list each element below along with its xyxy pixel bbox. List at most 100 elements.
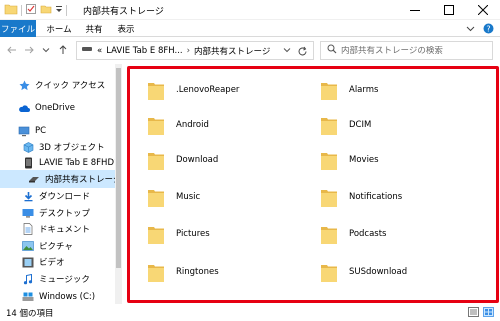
nav-label: LAVIE Tab E 8FHD1 (39, 158, 120, 168)
search-box[interactable] (320, 41, 493, 60)
nav-label: 3D オブジェクト (39, 143, 105, 153)
folder-item[interactable]: Music (127, 182, 287, 212)
arrow-up-icon (59, 45, 67, 54)
folder-icon (148, 83, 164, 100)
storage-icon (28, 173, 40, 185)
cloud-icon (18, 102, 30, 114)
large-icons-view-icon[interactable] (483, 307, 494, 320)
folder-item[interactable]: Movies (300, 145, 460, 175)
address-overflow[interactable]: « (97, 46, 102, 56)
address-row: « LAVIE Tab E 8FH... › 内部共有ストレージ (0, 37, 500, 63)
folder-name: Movies (349, 155, 379, 165)
drive-icon (22, 291, 34, 303)
folder-item[interactable]: SUSdownload (300, 257, 460, 287)
folder-item[interactable]: Ringtones (127, 257, 287, 287)
expand-ribbon-icon[interactable] (466, 24, 475, 36)
nav-item-internal-storage[interactable]: 内部共有ストレージ (0, 170, 122, 188)
nav-scrollbar-thumb[interactable] (116, 68, 121, 268)
folder-name: Android (176, 120, 209, 130)
arrow-left-icon (7, 46, 16, 54)
nav-label: デスクトップ (39, 209, 91, 219)
breadcrumb-current[interactable]: 内部共有ストレージ (194, 45, 270, 57)
status-bar: 14 個の項目 (0, 304, 500, 321)
tab-file[interactable]: ファイル (0, 20, 36, 37)
nav-item-music[interactable]: ミュージック (0, 270, 122, 288)
breadcrumb-device[interactable]: LAVIE Tab E 8FH... (106, 46, 182, 56)
arrow-right-icon (25, 46, 34, 54)
folder-item[interactable]: Notifications (300, 182, 460, 212)
nav-item-onedrive[interactable]: OneDrive (0, 99, 122, 117)
close-button[interactable] (466, 0, 500, 20)
nav-label: PC (35, 126, 47, 136)
music-icon (22, 273, 34, 285)
folder-item[interactable]: Podcasts (300, 219, 460, 249)
folder-name: Music (176, 192, 201, 202)
nav-scrollbar[interactable] (115, 64, 122, 304)
star-icon (18, 79, 30, 91)
chevron-down-icon (42, 48, 50, 53)
nav-label: ドキュメント (39, 225, 91, 235)
folder-item[interactable]: Pictures (127, 219, 287, 249)
desktop-icon (22, 207, 34, 219)
breadcrumb-separator[interactable]: › (187, 46, 190, 56)
cube-icon (22, 141, 34, 153)
help-icon[interactable]: ? (483, 23, 494, 37)
title-bar: 内部共有ストレージ (0, 0, 500, 20)
ribbon-tabs: ファイル ホーム 共有 表示 ? (0, 20, 500, 37)
folder-icon (4, 3, 18, 18)
folder-name: SUSdownload (349, 267, 408, 277)
svg-text:?: ? (486, 24, 490, 33)
folder-name: Alarms (349, 85, 379, 95)
folder-icon (148, 118, 164, 135)
window-controls (398, 0, 500, 20)
nav-label: ピクチャ (39, 242, 73, 252)
folder-item[interactable]: Alarms (300, 75, 460, 105)
folder-name: Pictures (176, 229, 210, 239)
folder-icon (148, 227, 164, 244)
folder-icon (321, 227, 337, 244)
nav-item-videos[interactable]: ビデオ (0, 253, 122, 271)
forward-button[interactable] (23, 43, 35, 57)
back-button[interactable] (6, 43, 18, 57)
download-icon (22, 190, 34, 202)
new-folder-icon[interactable] (40, 3, 52, 18)
tab-view[interactable]: 表示 (114, 20, 138, 37)
folder-item[interactable]: DCIM (300, 110, 460, 140)
qat-dropdown-icon[interactable] (55, 3, 63, 18)
search-input[interactable] (341, 45, 481, 56)
quick-access-toolbar (4, 3, 67, 17)
address-dropdown-icon[interactable] (283, 46, 291, 56)
properties-icon[interactable] (25, 3, 37, 18)
up-button[interactable] (57, 43, 69, 57)
nav-label: ダウンロード (39, 192, 91, 202)
nav-item-downloads[interactable]: ダウンロード (0, 187, 122, 205)
folder-icon (148, 153, 164, 170)
folder-item[interactable]: .LenovoReaper (127, 75, 287, 105)
recent-locations-button[interactable] (40, 43, 52, 57)
folder-icon (148, 190, 164, 207)
maximize-button[interactable] (432, 0, 466, 20)
folder-name: .LenovoReaper (176, 85, 240, 95)
address-bar[interactable]: « LAVIE Tab E 8FH... › 内部共有ストレージ (76, 41, 314, 60)
folder-icon (321, 190, 337, 207)
qat-separator (66, 4, 67, 16)
details-view-icon[interactable] (468, 307, 479, 320)
folder-item[interactable]: Download (127, 145, 287, 175)
nav-label: ビデオ (39, 258, 65, 268)
nav-item-documents[interactable]: ドキュメント (0, 220, 122, 238)
nav-label: Windows (C:) (39, 292, 96, 302)
folder-item[interactable]: Android (127, 110, 287, 140)
nav-item-quick-access[interactable]: クイック アクセス (0, 76, 122, 94)
view-toggles (468, 307, 494, 320)
tab-share[interactable]: 共有 (82, 20, 106, 37)
refresh-icon[interactable] (295, 44, 309, 58)
video-icon (22, 256, 34, 268)
folder-name: Podcasts (349, 229, 387, 239)
folder-icon (321, 265, 337, 282)
document-icon (22, 223, 34, 235)
minimize-button[interactable] (398, 0, 432, 20)
tab-home[interactable]: ホーム (44, 20, 74, 37)
nav-label: ミュージック (39, 275, 90, 285)
item-count: 14 個の項目 (6, 309, 54, 319)
folder-icon (321, 153, 337, 170)
